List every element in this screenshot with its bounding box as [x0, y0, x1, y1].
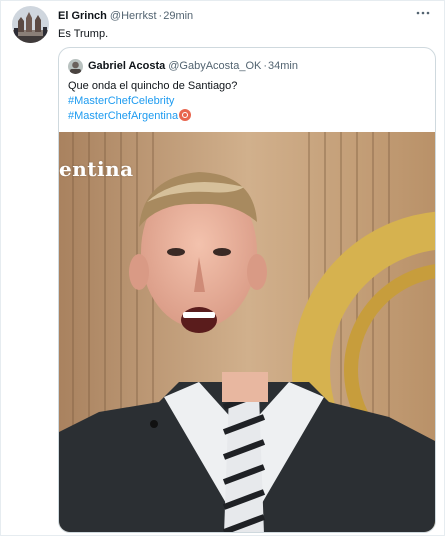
author-name[interactable]: El Grinch [58, 10, 107, 22]
quoted-header-separator: · [263, 60, 268, 72]
author-avatar[interactable] [12, 6, 49, 43]
hashtag-masterchefcelebrity[interactable]: #MasterChefCelebrity [68, 95, 174, 107]
quoted-tweet[interactable]: Gabriel Acosta @GabyAcosta_OK · 34min Qu… [58, 47, 436, 533]
quoted-text-line: Que onda el quincho de Santiago? [68, 80, 238, 92]
tweet-text: Es Trump. [58, 28, 109, 40]
author-handle[interactable]: @Herrkst [110, 10, 157, 22]
hashtag-masterchefargentina[interactable]: #MasterChefArgentina [68, 110, 178, 122]
media-overlay-text: entina [59, 157, 134, 181]
quoted-text: Que onda el quincho de Santiago? #Master… [68, 79, 237, 124]
masterchef-logo-icon [179, 109, 192, 121]
author-avatar-image [12, 6, 49, 43]
tweet-card[interactable]: El Grinch @Herrkst · 29min Es Trump. Gab… [0, 0, 445, 536]
tweet-timestamp[interactable]: 29min [163, 10, 193, 22]
tweet-header: El Grinch @Herrkst · 29min [58, 9, 193, 23]
quoted-author-handle: @GabyAcosta_OK [168, 60, 262, 72]
quoted-author-name: Gabriel Acosta [88, 60, 166, 72]
quoted-header: Gabriel Acosta @GabyAcosta_OK · 34min [88, 60, 298, 72]
quoted-timestamp: 34min [268, 60, 298, 72]
tv-screenshot [59, 132, 435, 532]
more-horizontal-icon[interactable] [415, 7, 431, 19]
quoted-avatar-image [68, 59, 83, 74]
quoted-author-avatar[interactable] [68, 59, 83, 74]
quoted-media-image[interactable]: entina [59, 132, 435, 532]
header-separator: · [158, 10, 163, 22]
